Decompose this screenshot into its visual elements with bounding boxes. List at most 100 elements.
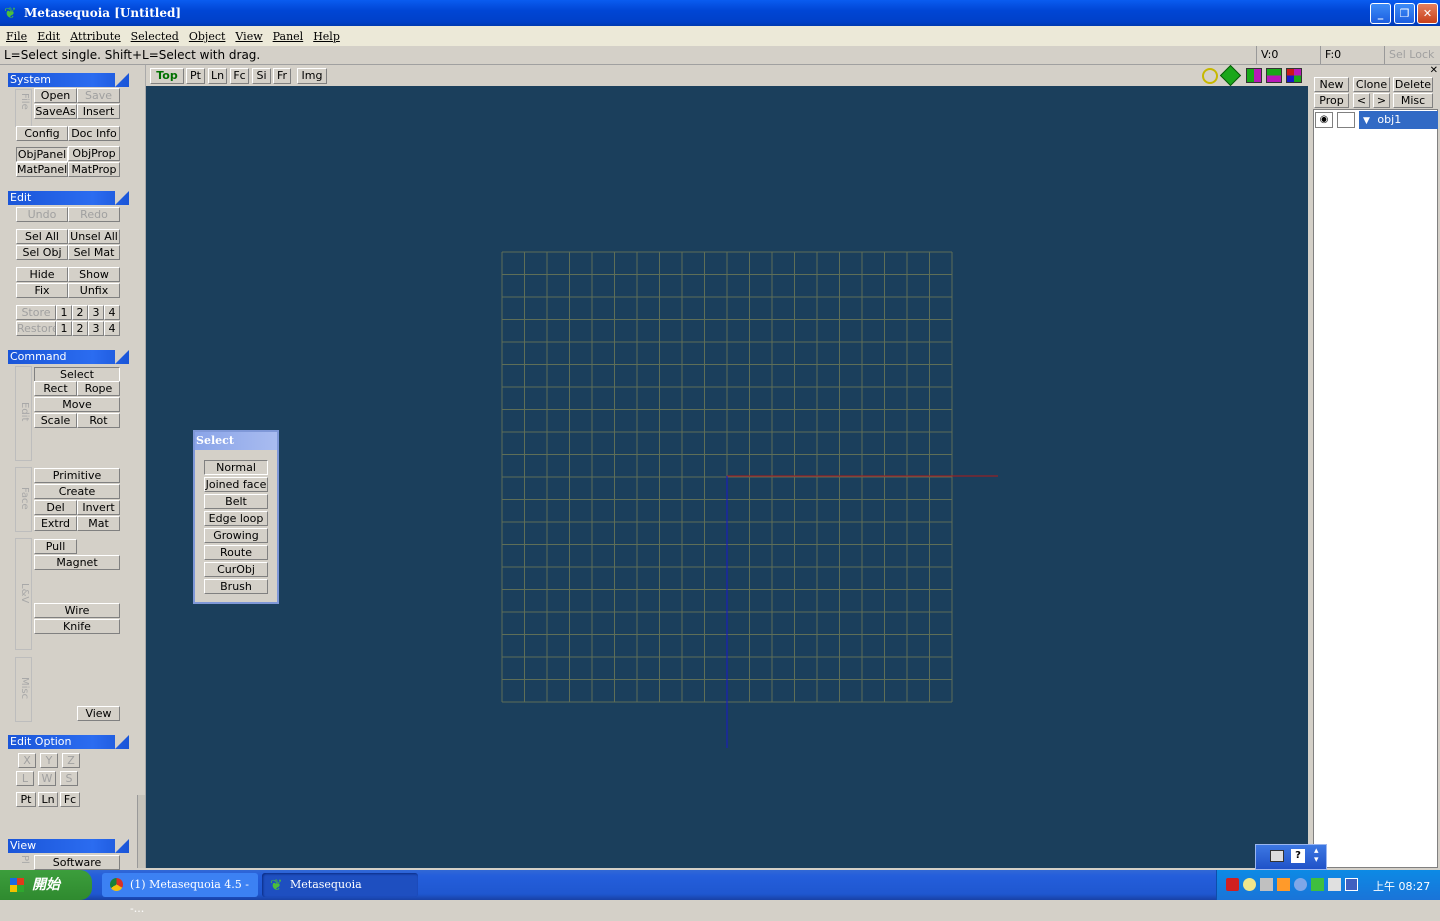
fc-toggle[interactable]: Fc <box>60 792 80 807</box>
sel-all-button[interactable]: Sel All <box>16 229 68 244</box>
del-button[interactable]: Del <box>34 500 77 515</box>
knife-button[interactable]: Knife <box>34 619 120 634</box>
menu-selected[interactable]: Selected <box>127 30 185 43</box>
axis-x-toggle[interactable]: X <box>18 753 36 768</box>
obj-new-button[interactable]: New <box>1314 77 1349 92</box>
screen-toggle[interactable]: S <box>60 771 78 786</box>
view-command-button[interactable]: View <box>77 706 120 721</box>
command-header[interactable]: Command <box>8 350 129 364</box>
select-growing-button[interactable]: Growing <box>204 528 268 543</box>
select-joined-face-button[interactable]: Joined face <box>204 477 268 492</box>
task-metasequoia[interactable]: ❦ Metasequoia <box>262 873 418 897</box>
show-button[interactable]: Show <box>68 267 120 282</box>
menu-attribute[interactable]: Attribute <box>66 30 126 43</box>
lock-toggle[interactable] <box>1337 112 1355 128</box>
axis-z-toggle[interactable]: Z <box>62 753 80 768</box>
store-slot-2[interactable]: 2 <box>72 305 88 320</box>
sel-obj-button[interactable]: Sel Obj <box>16 245 68 260</box>
fix-button[interactable]: Fix <box>16 283 68 298</box>
objprop-button[interactable]: ObjProp <box>68 146 120 161</box>
primitive-button[interactable]: Primitive <box>34 468 120 483</box>
tray-update-icon[interactable] <box>1311 878 1324 891</box>
select-window-title[interactable]: Select <box>195 432 277 450</box>
restore-slot-3[interactable]: 3 <box>88 321 104 336</box>
zoom-icon[interactable] <box>1202 68 1218 84</box>
axis-y-toggle[interactable]: Y <box>40 753 58 768</box>
insert-button[interactable]: Insert <box>77 104 120 119</box>
task-browser[interactable]: (1) Metasequoia 4.5 - -... <box>102 873 258 915</box>
menu-help[interactable]: Help <box>309 30 346 43</box>
tray-display-icon[interactable] <box>1260 878 1273 891</box>
obj-prev-button[interactable]: < <box>1353 93 1370 108</box>
obj-clone-button[interactable]: Clone <box>1353 77 1390 92</box>
object-item[interactable]: ▼ obj1 <box>1359 111 1438 129</box>
view-fc-toggle[interactable]: Fc <box>230 68 249 84</box>
select-normal-button[interactable]: Normal <box>204 460 268 475</box>
3d-viewport[interactable] <box>146 86 1308 868</box>
close-button[interactable]: ✕ <box>1417 3 1438 24</box>
store-slot-1[interactable]: 1 <box>56 305 72 320</box>
select-route-button[interactable]: Route <box>204 545 268 560</box>
tray-ime-icon[interactable] <box>1345 878 1358 891</box>
docinfo-button[interactable]: Doc Info <box>68 126 120 141</box>
move-button[interactable]: Move <box>34 397 120 412</box>
select-command-button[interactable]: Select <box>34 367 120 382</box>
tray-app-icon[interactable] <box>1226 878 1239 891</box>
tray-security-icon[interactable] <box>1294 878 1307 891</box>
menu-edit[interactable]: Edit <box>33 30 66 43</box>
obj-next-button[interactable]: > <box>1373 93 1390 108</box>
split-view-v-icon[interactable] <box>1246 68 1262 83</box>
menu-object[interactable]: Object <box>185 30 232 43</box>
view-pt-toggle[interactable]: Pt <box>186 68 205 84</box>
object-panel-close-icon[interactable]: ✕ <box>1430 65 1438 76</box>
unsel-all-button[interactable]: Unsel All <box>68 229 120 244</box>
undo-button[interactable]: Undo <box>16 207 68 222</box>
view-top-tab[interactable]: Top <box>150 68 184 84</box>
magnet-button[interactable]: Magnet <box>34 555 120 570</box>
help-icon[interactable]: ? <box>1291 849 1305 863</box>
software-button[interactable]: Software <box>34 855 120 870</box>
menu-file[interactable]: File <box>2 30 33 43</box>
start-button[interactable]: 開始 <box>0 870 92 900</box>
expand-triangle-icon[interactable]: ▼ <box>1363 116 1370 126</box>
restore-slot-2[interactable]: 2 <box>72 321 88 336</box>
restore-button[interactable]: ❐ <box>1394 3 1415 24</box>
select-edge-loop-button[interactable]: Edge loop <box>204 511 268 526</box>
minimize-button[interactable]: _ <box>1370 3 1391 24</box>
redo-button[interactable]: Redo <box>68 207 120 222</box>
view-ln-toggle[interactable]: Ln <box>208 68 227 84</box>
unfix-button[interactable]: Unfix <box>68 283 120 298</box>
world-toggle[interactable]: W <box>38 771 56 786</box>
mat-button[interactable]: Mat <box>77 516 120 531</box>
store-button[interactable]: Store <box>16 305 56 320</box>
object-list[interactable] <box>1313 109 1438 868</box>
store-slot-3[interactable]: 3 <box>88 305 104 320</box>
objpanel-button[interactable]: ObjPanel <box>16 147 68 162</box>
ln-toggle[interactable]: Ln <box>38 792 58 807</box>
sel-mat-button[interactable]: Sel Mat <box>68 245 120 260</box>
obj-delete-button[interactable]: Delete <box>1393 77 1433 92</box>
restore-button[interactable]: Restore <box>16 321 56 336</box>
invert-button[interactable]: Invert <box>77 500 120 515</box>
config-button[interactable]: Config <box>16 126 68 141</box>
object-row[interactable]: ◉ ▼ obj1 <box>1313 111 1438 129</box>
open-button[interactable]: Open <box>34 88 77 103</box>
rot-button[interactable]: Rot <box>77 413 120 428</box>
move-view-icon[interactable] <box>1219 64 1242 87</box>
view-fr-toggle[interactable]: Fr <box>273 68 291 84</box>
pull-button[interactable]: Pull <box>34 539 77 554</box>
tray-volume-icon[interactable] <box>1277 878 1290 891</box>
clock[interactable]: 上午 08:27 <box>1373 878 1430 894</box>
rope-button[interactable]: Rope <box>77 381 120 396</box>
wire-button[interactable]: Wire <box>34 603 120 618</box>
select-brush-button[interactable]: Brush <box>204 579 268 594</box>
obj-prop-button[interactable]: Prop <box>1314 93 1349 108</box>
edit-header[interactable]: Edit <box>8 191 129 205</box>
restore-slot-1[interactable]: 1 <box>56 321 72 336</box>
tray-usb-icon[interactable] <box>1328 878 1341 891</box>
view-si-toggle[interactable]: Si <box>252 68 271 84</box>
save-button[interactable]: Save <box>77 88 120 103</box>
menu-panel[interactable]: Panel <box>269 30 310 43</box>
select-belt-button[interactable]: Belt <box>204 494 268 509</box>
extrd-button[interactable]: Extrd <box>34 516 77 531</box>
